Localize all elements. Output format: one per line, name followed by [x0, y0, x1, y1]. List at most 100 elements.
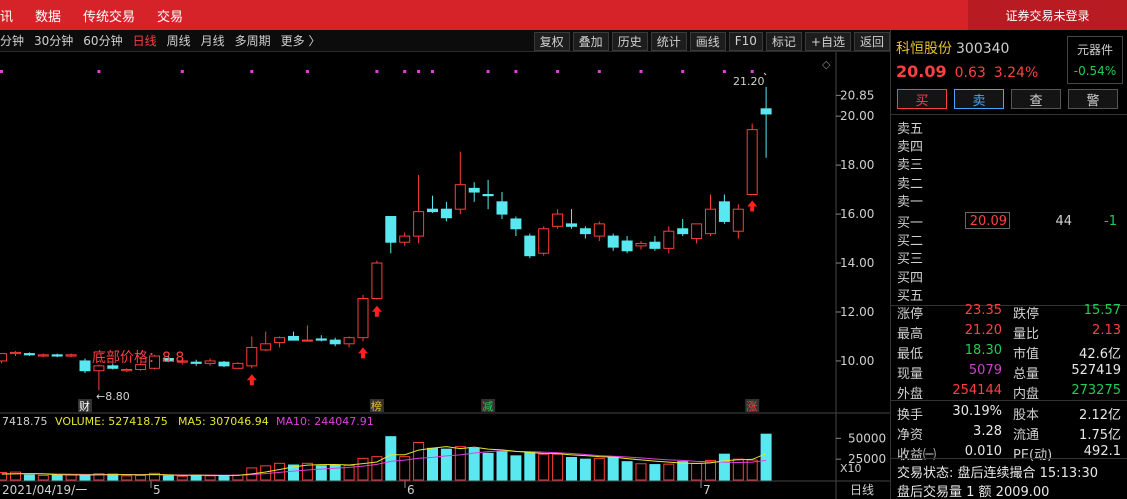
- event-badge[interactable]: 减: [481, 399, 496, 413]
- candle[interactable]: [760, 86, 772, 158]
- ask-row[interactable]: 卖五: [897, 118, 1123, 137]
- candle[interactable]: [246, 336, 258, 369]
- bid-row[interactable]: 买三: [897, 248, 1123, 267]
- event-badge[interactable]: 财: [78, 399, 92, 413]
- candle[interactable]: [218, 360, 230, 368]
- candle[interactable]: [510, 216, 522, 237]
- candle[interactable]: [329, 337, 341, 347]
- candle[interactable]: [288, 331, 299, 341]
- candle[interactable]: [579, 226, 591, 239]
- buy-button[interactable]: 买: [897, 89, 947, 109]
- candle[interactable]: [649, 236, 661, 251]
- candle[interactable]: [371, 260, 383, 300]
- candle[interactable]: [399, 232, 411, 246]
- period-multi[interactable]: 多周期: [230, 32, 276, 49]
- candle[interactable]: [93, 364, 105, 391]
- candle[interactable]: [468, 182, 480, 202]
- tool-overlay-button[interactable]: 叠加: [572, 31, 609, 51]
- sell-button[interactable]: 卖: [954, 89, 1004, 109]
- candle[interactable]: [607, 233, 619, 251]
- candle[interactable]: [440, 201, 452, 222]
- candle[interactable]: [121, 368, 133, 372]
- kline-svg[interactable]: 财 榜 减 涨 20.85 20.00 18.00 16.00 14.00 12.00 10.00…: [0, 52, 890, 499]
- tool-mark-button[interactable]: 标记: [765, 31, 802, 51]
- candle[interactable]: [663, 226, 675, 254]
- bid-row[interactable]: 买四: [897, 267, 1123, 286]
- candle[interactable]: [190, 359, 202, 366]
- candle[interactable]: [552, 209, 564, 229]
- tool-draw-button[interactable]: 画线: [689, 31, 726, 51]
- period-more[interactable]: 更多 〉: [276, 32, 326, 49]
- candle-body: [301, 339, 313, 342]
- bid-row[interactable]: 买二: [897, 230, 1123, 249]
- bid-row-1[interactable]: 买一 20.09 44 -1: [897, 212, 1123, 231]
- tool-adjust-button[interactable]: 复权: [533, 31, 570, 51]
- candle[interactable]: [204, 358, 216, 366]
- candle[interactable]: [677, 218, 689, 237]
- query-button[interactable]: 查: [1011, 89, 1061, 109]
- menu-item-news[interactable]: 讯: [0, 6, 24, 25]
- candle[interactable]: [413, 174, 425, 244]
- candle[interactable]: [621, 236, 633, 254]
- buy-signal-arrow-icon: [371, 305, 382, 317]
- bid-label: 买四: [897, 270, 924, 286]
- tool-add-watchlist-button[interactable]: +自选: [804, 31, 851, 51]
- candle[interactable]: [454, 151, 466, 215]
- period-monthly[interactable]: 月线: [196, 32, 230, 49]
- candle[interactable]: [635, 241, 647, 250]
- candle[interactable]: [746, 123, 758, 195]
- alert-button[interactable]: 警: [1068, 89, 1118, 109]
- period-30min[interactable]: 30分钟: [29, 32, 78, 49]
- candle[interactable]: [301, 325, 313, 342]
- event-badge[interactable]: 榜: [369, 399, 384, 413]
- candle[interactable]: [496, 192, 508, 219]
- candle[interactable]: [538, 226, 550, 256]
- ask-row[interactable]: 卖一: [897, 191, 1123, 210]
- period-minute[interactable]: 分钟: [0, 32, 29, 49]
- menu-item-traditional-trading[interactable]: 传统交易: [72, 6, 146, 25]
- candle[interactable]: [10, 351, 21, 357]
- tool-history-button[interactable]: 历史: [611, 31, 648, 51]
- divider: [891, 400, 1127, 401]
- candle[interactable]: [718, 194, 730, 224]
- period-weekly[interactable]: 周线: [162, 32, 196, 49]
- sector-box[interactable]: 元器件 -0.54%: [1067, 36, 1123, 84]
- candle-body: [315, 338, 327, 341]
- tool-stats-button[interactable]: 统计: [650, 31, 687, 51]
- tool-f10-button[interactable]: F10: [728, 31, 763, 51]
- period-daily[interactable]: 日线: [128, 32, 162, 49]
- candle[interactable]: [385, 216, 397, 254]
- event-badge[interactable]: 涨: [745, 399, 760, 413]
- candle[interactable]: [232, 362, 244, 369]
- candle[interactable]: [23, 352, 35, 357]
- candle[interactable]: [524, 233, 536, 259]
- candle[interactable]: [691, 223, 703, 244]
- candle[interactable]: [732, 204, 744, 239]
- tool-back-button[interactable]: 返回: [853, 31, 890, 51]
- candle[interactable]: [343, 336, 355, 348]
- collapse-icon[interactable]: ◇: [822, 58, 831, 71]
- candle[interactable]: [274, 336, 286, 348]
- login-status[interactable]: 证券交易未登录: [968, 0, 1127, 30]
- candle[interactable]: [315, 335, 327, 342]
- candle[interactable]: [566, 209, 577, 229]
- candle[interactable]: [51, 353, 63, 358]
- candle[interactable]: [357, 294, 369, 342]
- candle[interactable]: [427, 195, 438, 213]
- menu-item-data[interactable]: 数据: [24, 6, 72, 25]
- ask-row[interactable]: 卖二: [897, 173, 1123, 192]
- candle[interactable]: [79, 358, 91, 374]
- kline-chart[interactable]: 财 榜 减 涨 20.85 20.00 18.00 16.00 14.00 12.00 10.00…: [0, 52, 890, 499]
- stat-label: 净资: [897, 428, 924, 443]
- menu-item-trading[interactable]: 交易: [146, 6, 194, 25]
- candle[interactable]: [260, 331, 272, 352]
- candle[interactable]: [482, 179, 494, 210]
- candle[interactable]: [65, 353, 77, 358]
- period-60min[interactable]: 60分钟: [78, 32, 127, 49]
- candle[interactable]: [705, 194, 716, 237]
- candle[interactable]: [0, 353, 8, 364]
- ask-row[interactable]: 卖四: [897, 136, 1123, 155]
- candle[interactable]: [593, 221, 605, 241]
- candle[interactable]: [37, 353, 49, 358]
- ask-row[interactable]: 卖三: [897, 154, 1123, 173]
